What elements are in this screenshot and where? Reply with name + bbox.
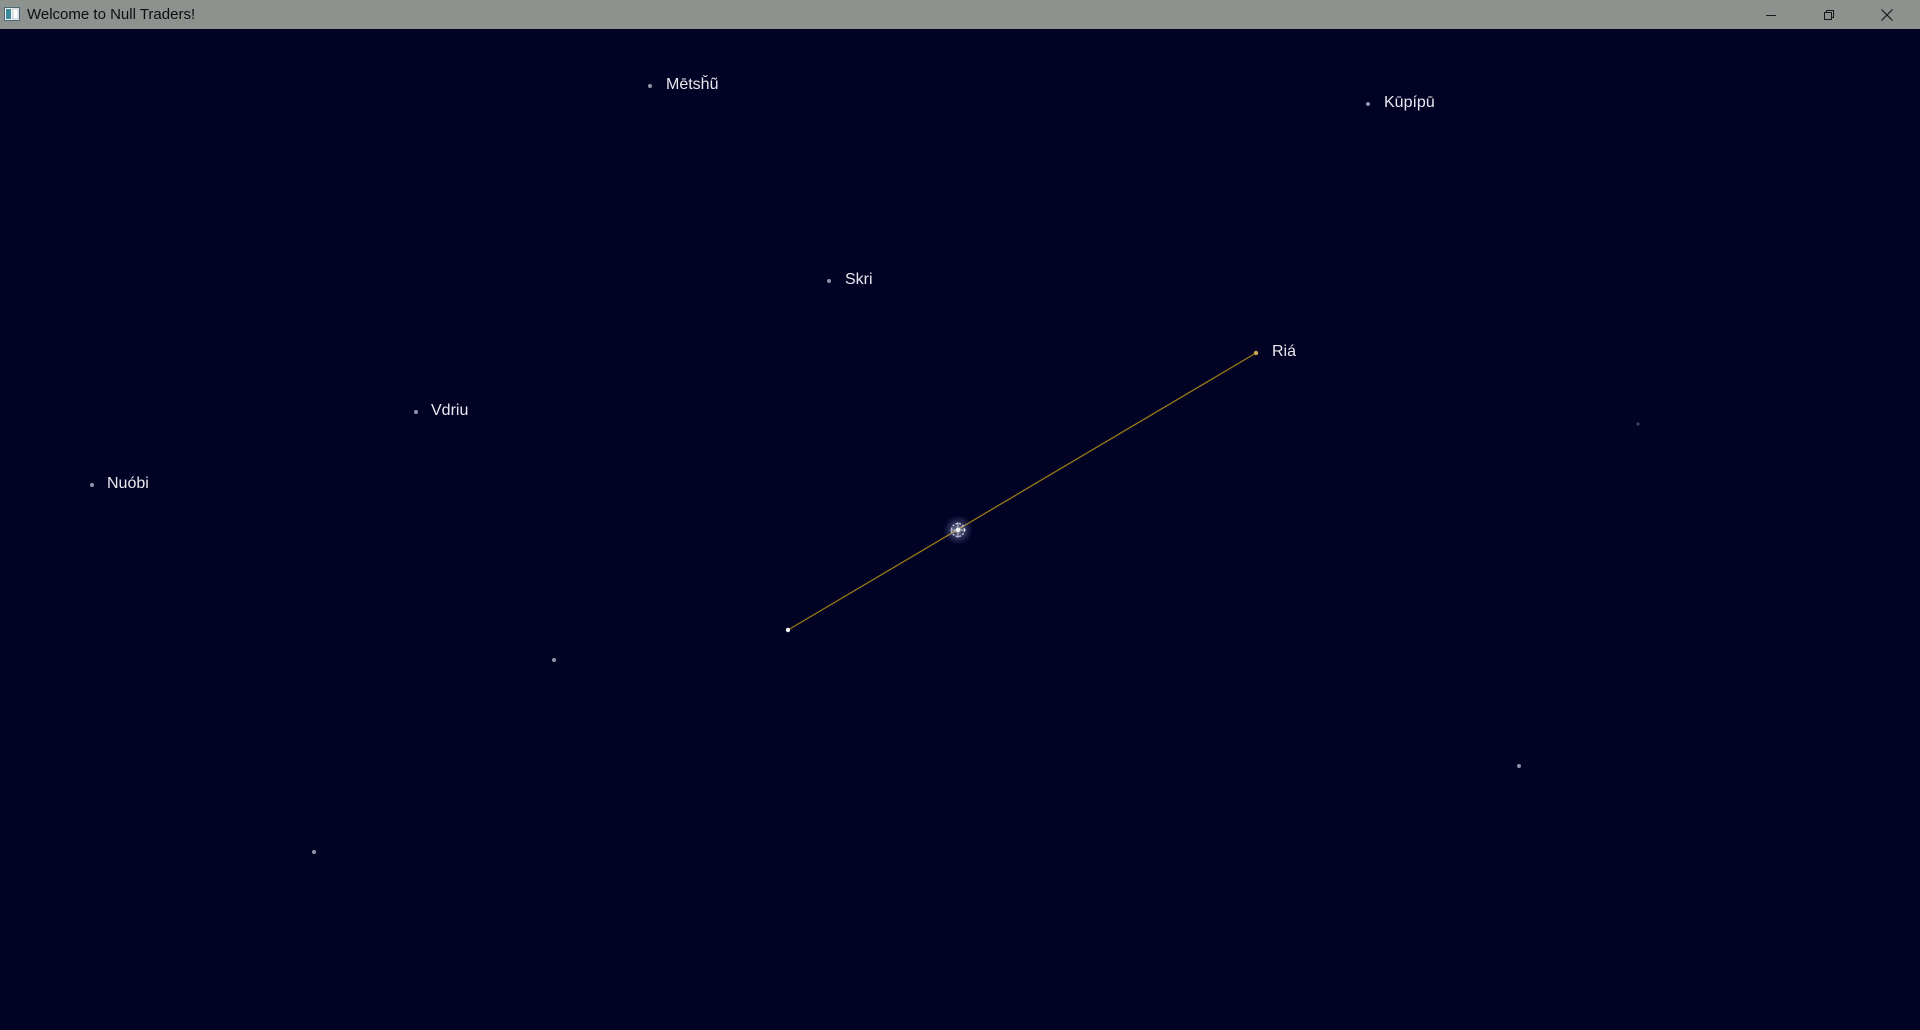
star-unnamed[interactable] — [1517, 764, 1521, 768]
star-label-skri[interactable]: Skri — [845, 271, 873, 289]
star-label-ria[interactable]: Riá — [1272, 343, 1296, 361]
star-unnamed[interactable] — [552, 658, 556, 662]
star-metshu[interactable] — [648, 84, 652, 88]
star-nuobi[interactable] — [90, 483, 94, 487]
star-unnamed[interactable] — [312, 850, 316, 854]
window-title: Welcome to Null Traders! — [27, 6, 196, 23]
star-vdriu[interactable] — [414, 410, 418, 414]
ship-icon[interactable] — [943, 515, 973, 545]
close-button[interactable] — [1858, 0, 1916, 29]
restore-button[interactable] — [1800, 0, 1858, 29]
star-label-kupipu[interactable]: Kūpípū — [1384, 94, 1435, 112]
star-kupipu[interactable] — [1366, 102, 1370, 106]
star-label-metshu[interactable]: Mētsȟũ — [666, 76, 718, 94]
star-label-vdriu[interactable]: Vdriu — [431, 402, 468, 420]
star-ria[interactable] — [1253, 350, 1259, 356]
title-bar[interactable]: Welcome to Null Traders! — [0, 0, 1920, 29]
travel-route — [787, 352, 1257, 631]
star-skri[interactable] — [827, 279, 831, 283]
route-origin-star[interactable] — [785, 627, 791, 633]
app-icon — [4, 7, 20, 21]
star-unnamed[interactable] — [1636, 422, 1640, 426]
minimize-button[interactable] — [1742, 0, 1800, 29]
restore-icon — [1824, 9, 1834, 20]
minimize-icon — [1766, 14, 1776, 16]
star-label-nuobi[interactable]: Nuóbi — [107, 475, 149, 493]
star-map-canvas — [90, 84, 1640, 854]
game-window: Welcome to Null Traders! Mētsȟũ Kūpípū S… — [0, 0, 1920, 1030]
star-map[interactable]: Mētsȟũ Kūpípū Skri Riá Vdriu Nuóbi — [0, 29, 1920, 1030]
close-icon — [1881, 8, 1893, 21]
